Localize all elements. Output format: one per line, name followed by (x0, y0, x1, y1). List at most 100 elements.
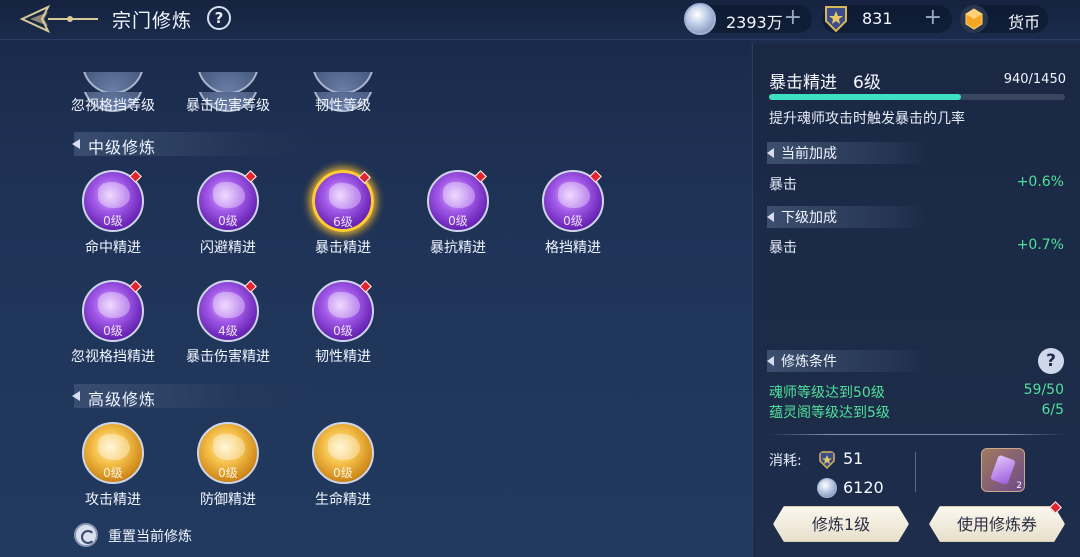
evasion-node[interactable]: 0级 (197, 170, 259, 232)
node-label: 防御精进 (200, 492, 256, 508)
silver-resource: 2393万 + (684, 3, 812, 35)
node-label: 闪避精进 (200, 240, 256, 256)
current-stat-value: +0.6% (1016, 174, 1064, 190)
crit-resist-node[interactable]: 0级 (427, 170, 489, 232)
add-medal-button[interactable]: + (924, 5, 942, 30)
conditions-header: 修炼条件 (767, 350, 927, 372)
red-dot-icon (129, 170, 142, 183)
medal-badge-icon (825, 6, 847, 33)
crit-node-selected[interactable]: 6级 (312, 170, 374, 232)
node-label: 忽视格挡等级 (71, 98, 155, 114)
red-dot-icon (474, 170, 487, 183)
node-label: 韧性精进 (315, 349, 371, 365)
header-arrow-icon (72, 391, 80, 401)
node-label: 韧性等级 (315, 98, 371, 114)
ignore-block-icon (98, 292, 130, 318)
silver-amount: 2393万 (726, 13, 783, 32)
condition-text: 魂师等级达到50级 (769, 385, 885, 401)
reset-icon (74, 523, 98, 547)
exp-progress-fill (769, 94, 961, 100)
exp-progress-bar (769, 94, 1065, 100)
partial-node-3 (312, 72, 374, 92)
currency-resource[interactable]: 货币 (960, 5, 1048, 33)
block-node[interactable]: 0级 (542, 170, 604, 232)
accuracy-node[interactable]: 0级 (82, 170, 144, 232)
node-label: 暴击精进 (315, 240, 371, 256)
red-dot-icon (129, 280, 142, 293)
back-arrow-icon[interactable] (18, 3, 102, 35)
ignore-block-node[interactable]: 0级 (82, 280, 144, 342)
node-label: 暴击伤害等级 (186, 98, 270, 114)
red-dot-icon (589, 170, 602, 183)
node-label: 格挡精进 (545, 240, 601, 256)
page-title: 宗门修炼 (112, 10, 193, 32)
divider (769, 434, 1065, 435)
header-arrow-icon (767, 212, 774, 222)
cost-label: 消耗: (769, 453, 802, 469)
accuracy-icon (98, 182, 130, 208)
medal-resource: 831 + (822, 5, 952, 33)
condition-text: 蕴灵阁等级达到5级 (769, 405, 890, 421)
health-node[interactable]: 0级 (312, 422, 374, 484)
defense-node[interactable]: 0级 (197, 422, 259, 484)
current-bonus-header: 当前加成 (767, 142, 927, 164)
currency-label: 货币 (1008, 13, 1041, 32)
condition-progress: 6/5 (1041, 402, 1064, 418)
node-label: 攻击精进 (85, 492, 141, 508)
node-label: 生命精进 (315, 492, 371, 508)
defense-icon (213, 434, 245, 460)
evasion-icon (213, 182, 245, 208)
intermediate-section-header: 中级修炼 (72, 132, 314, 157)
medal-cost: 51 (843, 449, 864, 468)
detail-panel: 暴击精进 6级 940/1450 提升魂师攻击时触发暴击的几率 当前加成 暴击 … (752, 44, 1080, 557)
silver-coin-icon (684, 3, 716, 35)
block-icon (558, 182, 590, 208)
attack-icon (98, 434, 130, 460)
node-label: 命中精进 (85, 240, 141, 256)
medal-badge-icon (819, 451, 835, 470)
conditions-help-icon[interactable]: ? (1038, 348, 1064, 374)
partial-node-2 (197, 72, 259, 92)
add-silver-button[interactable]: + (784, 5, 802, 30)
node-label: 忽视格挡精进 (71, 349, 155, 365)
condition-progress: 59/50 (1023, 382, 1064, 398)
red-dot-icon (359, 280, 372, 293)
crit-damage-node[interactable]: 4级 (197, 280, 259, 342)
red-dot-icon (358, 171, 371, 184)
attack-node[interactable]: 0级 (82, 422, 144, 484)
crit-damage-icon (213, 292, 245, 318)
next-stat-value: +0.7% (1016, 237, 1064, 253)
skill-title: 暴击精进 (769, 73, 837, 93)
advanced-section-header: 高级修炼 (72, 384, 314, 409)
help-icon[interactable]: ? (207, 6, 231, 30)
silver-coin-icon (817, 478, 837, 498)
crit-icon (329, 183, 361, 209)
node-label: 暴击伤害精进 (186, 349, 270, 365)
skill-description: 提升魂师攻击时触发暴击的几率 (769, 111, 965, 127)
crit-resist-icon (443, 182, 475, 208)
ticket-count: 2 (1016, 481, 1022, 491)
exp-text: 940/1450 (1003, 72, 1066, 87)
header-arrow-icon (767, 148, 774, 158)
toughness-node[interactable]: 0级 (312, 280, 374, 342)
next-stat-name: 暴击 (769, 240, 797, 256)
medal-amount: 831 (862, 9, 893, 28)
health-icon (328, 434, 360, 460)
skill-level: 6级 (853, 73, 881, 93)
train-one-level-button[interactable]: 修炼1级 (773, 506, 909, 542)
red-dot-icon (244, 170, 257, 183)
use-ticket-button[interactable]: 使用修炼券 (929, 506, 1065, 542)
training-ticket-item[interactable]: 2 (981, 448, 1025, 492)
silver-cost: 6120 (843, 478, 884, 497)
red-dot-icon (244, 280, 257, 293)
cost-divider (915, 452, 916, 492)
node-label: 暴抗精进 (430, 240, 486, 256)
partial-node-1 (82, 72, 144, 92)
header-arrow-icon (72, 139, 80, 149)
header-arrow-icon (767, 356, 774, 366)
next-bonus-header: 下级加成 (767, 206, 927, 228)
gold-gem-icon (960, 5, 988, 33)
current-stat-name: 暴击 (769, 177, 797, 193)
toughness-icon (328, 292, 360, 318)
top-bar: 宗门修炼 ? 2393万 + 831 + 货币 (0, 0, 1080, 40)
